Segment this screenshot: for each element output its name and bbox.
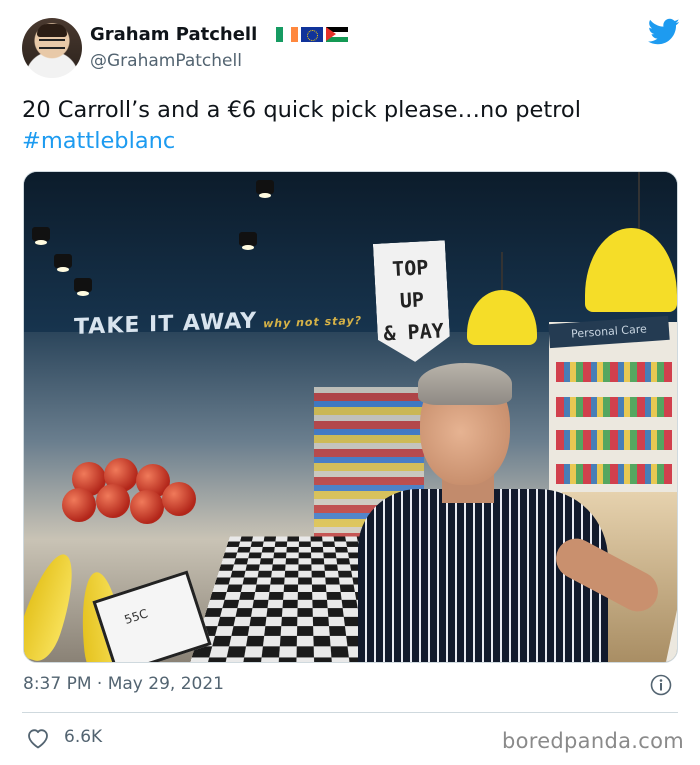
hashtag-link[interactable]: #mattleblanc: [22, 126, 682, 157]
avatar[interactable]: [22, 18, 82, 78]
grey-hair: [418, 363, 512, 405]
ceiling-spotlight: [256, 180, 274, 198]
topup-sign: TOP UP & PAY: [373, 240, 451, 364]
apple: [162, 482, 196, 516]
apple: [96, 484, 130, 518]
topup-sign-line2: & PAY: [382, 318, 445, 346]
ireland-flag-icon: [276, 27, 298, 42]
ceiling-spotlight: [74, 278, 92, 296]
palestine-flag-icon: [326, 27, 348, 42]
lamp-cord: [501, 252, 503, 292]
ceiling-spotlight: [54, 254, 72, 272]
info-icon[interactable]: [650, 674, 672, 696]
twitter-bird-icon: [648, 18, 680, 45]
divider: [22, 712, 678, 713]
man-in-striped-shirt: [334, 363, 665, 662]
heart-icon[interactable]: [26, 727, 50, 749]
boredpanda-watermark: boredpanda.com: [501, 729, 684, 753]
flag-emojis: [276, 27, 348, 42]
apple: [62, 488, 96, 522]
author-display-name[interactable]: Graham Patchell: [90, 24, 257, 45]
tweet-text: 20 Carroll’s and a €6 quick pick please……: [22, 95, 682, 157]
topup-sign-line1: TOP UP: [391, 255, 429, 313]
eu-flag-icon: [301, 27, 323, 42]
lamp-cord: [638, 172, 640, 232]
wall-sign-subtext: why not stay?: [263, 313, 363, 331]
tweet-body: 20 Carroll’s and a €6 quick pick please……: [22, 97, 581, 123]
tweet-photo[interactable]: TAKE IT AWAY why not stay? Personal Care …: [23, 171, 678, 663]
wall-sign-text: TAKE IT AWAY: [74, 308, 258, 341]
ceiling-spotlight: [239, 232, 257, 250]
apple: [130, 490, 164, 524]
tweet-timestamp[interactable]: 8:37 PM · May 29, 2021: [23, 674, 224, 694]
author-handle[interactable]: @GrahamPatchell: [90, 51, 242, 71]
tweet-header: Graham Patchell @GrahamPatchell: [22, 18, 682, 82]
ceiling-spotlight: [32, 227, 50, 245]
like-count: 6.6K: [64, 727, 103, 747]
avatar-hair: [37, 24, 67, 37]
avatar-glasses: [39, 39, 65, 49]
